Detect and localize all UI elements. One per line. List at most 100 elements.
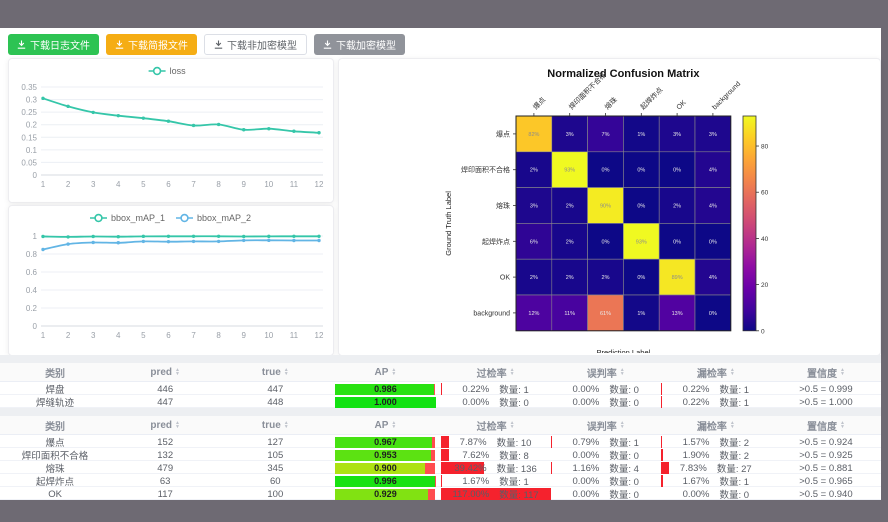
overkill-rate-cell: 7.62%数量: 8 xyxy=(441,448,551,462)
table-row: 焊印面积不合格1321050.9537.62%数量: 80.00%数量: 01.… xyxy=(0,448,881,461)
miss-rate-cell: 1.67%数量: 1 xyxy=(661,474,771,488)
svg-text:3: 3 xyxy=(91,180,96,189)
download-report-button[interactable]: 下载简报文件 xyxy=(106,34,197,55)
column-header-误判率[interactable]: 误判率▲▼ xyxy=(551,365,661,380)
sort-icon[interactable]: ▲▼ xyxy=(284,368,289,376)
svg-text:4%: 4% xyxy=(709,275,717,281)
svg-text:4: 4 xyxy=(116,331,121,340)
svg-text:3%: 3% xyxy=(673,132,681,138)
svg-text:2%: 2% xyxy=(673,204,681,210)
sort-icon[interactable]: ▲▼ xyxy=(510,368,515,376)
sort-icon[interactable]: ▲▼ xyxy=(840,421,845,429)
pred-cell: 63 xyxy=(110,476,220,487)
column-header-AP[interactable]: AP▲▼ xyxy=(330,420,440,431)
true-cell: 448 xyxy=(220,397,330,408)
svg-text:6: 6 xyxy=(166,180,171,189)
svg-text:bbox_mAP_2: bbox_mAP_2 xyxy=(197,213,251,223)
svg-text:2%: 2% xyxy=(566,204,574,210)
svg-text:0.35: 0.35 xyxy=(21,83,37,92)
column-header-置信度[interactable]: 置信度▲▼ xyxy=(771,418,881,433)
colorbar xyxy=(743,116,756,331)
column-header-pred[interactable]: pred▲▼ xyxy=(110,420,220,431)
svg-text:0.15: 0.15 xyxy=(21,133,37,142)
matrix-ylabel: Ground Truth Label xyxy=(444,191,453,256)
column-header-true[interactable]: true▲▼ xyxy=(220,420,330,431)
confusion-matrix-card: Normalized Confusion Matrix82%3%7%1%3%3%… xyxy=(338,58,881,356)
sort-icon[interactable]: ▲▼ xyxy=(391,368,396,376)
table-row: 焊盘4464470.9860.22%数量: 10.00%数量: 00.22%数量… xyxy=(0,382,881,395)
matrix-row-label: 起焊炸点 xyxy=(482,237,510,246)
rate-red-bar xyxy=(661,462,670,474)
category-cell: 熔珠 xyxy=(0,461,110,475)
rate-red-bar xyxy=(661,436,663,448)
rate-red-bar xyxy=(441,383,443,395)
ap-bar-cell: 0.986 xyxy=(335,384,435,395)
sort-icon[interactable]: ▲▼ xyxy=(284,421,289,429)
summary-table: 类别pred▲▼true▲▼AP▲▼过检率▲▼误判率▲▼漏检率▲▼置信度▲▼焊盘… xyxy=(0,363,881,408)
svg-text:11%: 11% xyxy=(564,311,575,317)
misjudge-rate-cell: 0.00%数量: 0 xyxy=(551,382,661,396)
metrics-tables: 类别pred▲▼true▲▼AP▲▼过检率▲▼误判率▲▼漏检率▲▼置信度▲▼焊盘… xyxy=(0,355,881,500)
svg-text:0: 0 xyxy=(761,328,765,335)
rate-red-bar xyxy=(661,475,663,487)
svg-text:1: 1 xyxy=(41,180,46,189)
column-header-漏检率[interactable]: 漏检率▲▼ xyxy=(661,418,771,433)
category-cell: 焊印面积不合格 xyxy=(0,448,110,462)
download-plain-model-button[interactable]: 下载非加密模型 xyxy=(204,34,307,55)
legend-item[interactable]: loss xyxy=(149,66,187,76)
legend-item[interactable]: bbox_mAP_1 xyxy=(90,213,165,223)
sort-icon[interactable]: ▲▼ xyxy=(620,421,625,429)
miss-rate-cell: 7.83%数量: 27 xyxy=(661,461,771,475)
download-encrypted-model-button[interactable]: 下载加密模型 xyxy=(314,34,405,55)
pred-cell: 446 xyxy=(110,384,220,395)
true-cell: 127 xyxy=(220,437,330,448)
column-header-置信度[interactable]: 置信度▲▼ xyxy=(771,365,881,380)
confidence-cell: >0.5 = 0.924 xyxy=(771,437,881,448)
svg-text:0: 0 xyxy=(33,171,38,180)
download-log-button[interactable]: 下载日志文件 xyxy=(8,34,99,55)
svg-text:2: 2 xyxy=(66,331,71,340)
pred-cell: 447 xyxy=(110,397,220,408)
overkill-rate-cell: 0.22%数量: 1 xyxy=(441,382,551,396)
svg-text:8: 8 xyxy=(216,331,221,340)
sort-icon[interactable]: ▲▼ xyxy=(840,368,845,376)
sort-icon[interactable]: ▲▼ xyxy=(175,368,180,376)
sort-icon[interactable]: ▲▼ xyxy=(175,421,180,429)
legend-item[interactable]: bbox_mAP_2 xyxy=(176,213,251,223)
download-icon xyxy=(115,40,124,49)
sort-icon[interactable]: ▲▼ xyxy=(730,368,735,376)
overkill-rate-cell: 117.00%数量: 117 xyxy=(441,487,551,501)
svg-text:0.3: 0.3 xyxy=(26,96,38,105)
rate-red-bar xyxy=(551,436,553,448)
sort-icon[interactable]: ▲▼ xyxy=(620,368,625,376)
sort-icon[interactable]: ▲▼ xyxy=(510,421,515,429)
column-header-漏检率[interactable]: 漏检率▲▼ xyxy=(661,365,771,380)
table-row: 焊缝轨迹4474481.0000.00%数量: 00.00%数量: 00.22%… xyxy=(0,395,881,408)
column-header-pred[interactable]: pred▲▼ xyxy=(110,367,220,378)
svg-text:0%: 0% xyxy=(673,239,681,245)
matrix-col-label: 熔珠 xyxy=(603,95,619,111)
download-log-label: 下载日志文件 xyxy=(30,37,90,52)
true-cell: 60 xyxy=(220,476,330,487)
svg-text:2%: 2% xyxy=(566,275,574,281)
column-header-过检率[interactable]: 过检率▲▼ xyxy=(441,418,551,433)
matrix-col-label: 爆点 xyxy=(531,95,547,111)
svg-text:4%: 4% xyxy=(709,168,717,174)
map-chart-card: bbox_mAP_1bbox_mAP_200.20.40.60.81123456… xyxy=(8,205,334,356)
column-header-过检率[interactable]: 过检率▲▼ xyxy=(441,365,551,380)
main-content: 下载日志文件 下载简报文件 下载非加密模型 下载加密模型 loss00.050.… xyxy=(0,28,881,498)
confidence-cell: >0.5 = 0.940 xyxy=(771,489,881,500)
misjudge-rate-cell: 0.00%数量: 0 xyxy=(551,487,661,501)
column-header-误判率[interactable]: 误判率▲▼ xyxy=(551,418,661,433)
sort-icon[interactable]: ▲▼ xyxy=(730,421,735,429)
matrix-row-label: 焊印面积不合格 xyxy=(461,165,510,174)
sort-icon[interactable]: ▲▼ xyxy=(391,421,396,429)
column-header-category: 类别 xyxy=(0,418,110,433)
column-header-AP[interactable]: AP▲▼ xyxy=(330,367,440,378)
svg-text:3%: 3% xyxy=(566,132,574,138)
table-row: 熔珠4793450.90039.42%数量: 1361.16%数量: 47.83… xyxy=(0,461,881,474)
rate-red-bar xyxy=(661,449,663,461)
column-header-true[interactable]: true▲▼ xyxy=(220,367,330,378)
svg-text:4%: 4% xyxy=(709,204,717,210)
svg-text:0%: 0% xyxy=(709,311,717,317)
